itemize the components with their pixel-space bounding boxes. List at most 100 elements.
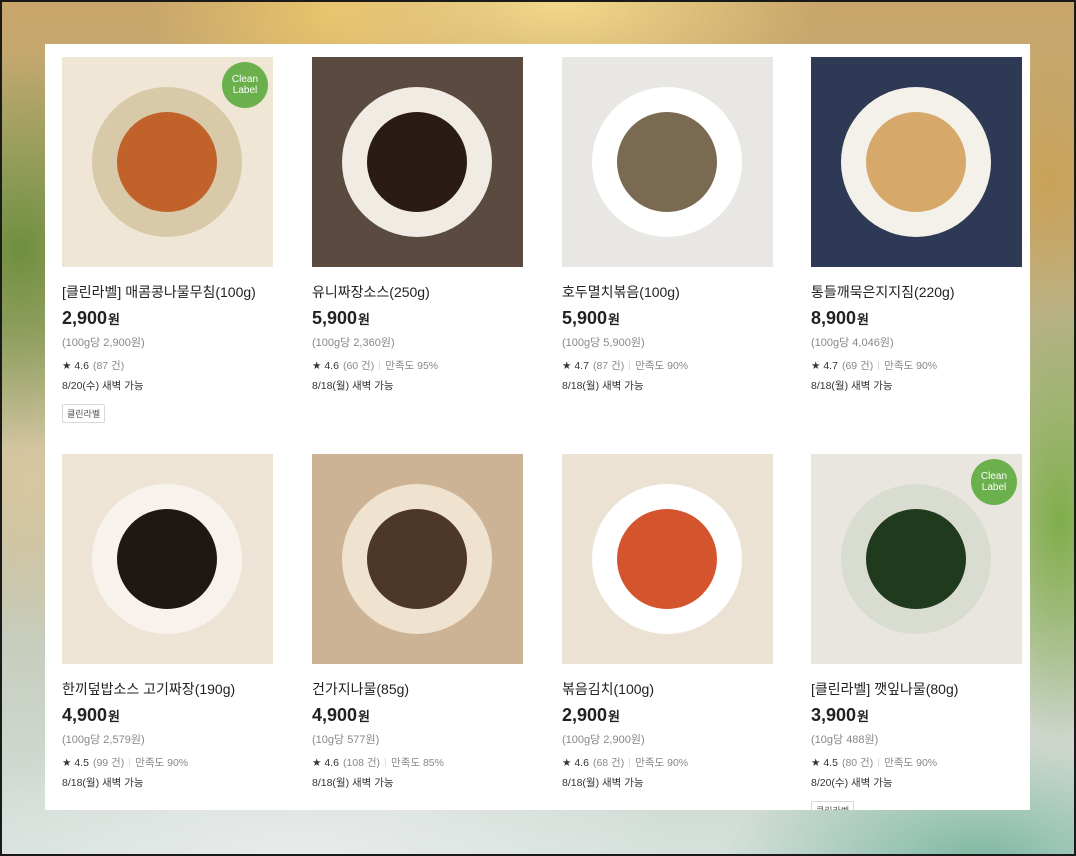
product-image[interactable]: [811, 57, 1022, 267]
product-image[interactable]: [312, 57, 523, 267]
product-card[interactable]: 유니짜장소스(250g) 5,900원 (100g당 2,360원) ★ 4.6…: [312, 57, 523, 392]
price-row: 4,900원: [312, 705, 523, 729]
clean-label-tag: 클린라벨: [811, 801, 855, 810]
star-icon: ★: [312, 757, 322, 769]
product-image[interactable]: [312, 454, 523, 664]
product-list-panel: Clean Label [클린라벨] 매콤콩나물무침(100g) 2,900원 …: [45, 44, 1030, 810]
unit-price: (100g당 2,360원): [312, 337, 395, 349]
product-image[interactable]: Clean Label: [811, 454, 1022, 664]
review-count: (108 건): [342, 757, 381, 769]
star-icon: ★: [312, 360, 322, 372]
product-price: 5,900: [312, 308, 358, 328]
review-stats: ★ 4.6 (68 건) 만족도 90%: [562, 755, 773, 769]
stats-divider: [379, 361, 381, 370]
product-price: 4,900: [312, 705, 358, 725]
stats-divider: [129, 758, 131, 767]
product-image[interactable]: [62, 454, 273, 664]
product-name[interactable]: [클린라벨] 매콤콩나물무침(100g): [62, 282, 273, 302]
rating-value: 4.5: [823, 757, 838, 769]
product-name[interactable]: [클린라벨] 깻잎나물(80g): [811, 679, 1022, 699]
star-icon: ★: [562, 360, 572, 372]
satisfaction-rate: 만족도 90%: [884, 757, 938, 769]
product-price: 8,900: [811, 308, 857, 328]
currency-unit: 원: [608, 312, 621, 327]
currency-unit: 원: [108, 709, 121, 724]
product-card[interactable]: 볶음김치(100g) 2,900원 (100g당 2,900원) ★ 4.6 (6…: [562, 454, 773, 789]
food-shape: [866, 112, 966, 212]
product-image[interactable]: [562, 454, 773, 664]
product-name[interactable]: 한끼덮밥소스 고기짜장(190g): [62, 679, 273, 699]
food-shape: [617, 112, 717, 212]
rating-value: 4.6: [324, 360, 339, 372]
unit-price: (100g당 2,900원): [562, 734, 645, 746]
food-shape: [117, 509, 217, 609]
delivery-info: 8/18(월) 새벽 가능: [62, 777, 144, 789]
price-row: 2,900원: [62, 308, 273, 332]
currency-unit: 원: [358, 709, 371, 724]
product-price: 5,900: [562, 308, 608, 328]
star-icon: ★: [62, 360, 72, 372]
product-name[interactable]: 건가지나물(85g): [312, 679, 523, 699]
clean-label-badge: Clean Label: [222, 62, 268, 108]
review-count: (60 건): [342, 360, 375, 372]
delivery-info: 8/18(월) 새벽 가능: [811, 380, 893, 392]
product-grid: Clean Label [클린라벨] 매콤콩나물무침(100g) 2,900원 …: [45, 44, 1030, 810]
currency-unit: 원: [608, 709, 621, 724]
delivery-info: 8/20(수) 새벽 가능: [62, 380, 144, 392]
product-name[interactable]: 호두멸치볶음(100g): [562, 282, 773, 302]
rating-value: 4.7: [823, 360, 838, 372]
unit-price: (10g당 488원): [811, 734, 879, 746]
product-card[interactable]: Clean Label [클린라벨] 깻잎나물(80g) 3,900원 (10g…: [811, 454, 1022, 810]
product-name[interactable]: 볶음김치(100g): [562, 679, 773, 699]
rating-value: 4.5: [74, 757, 89, 769]
stats-divider: [385, 758, 387, 767]
star-icon: ★: [562, 757, 572, 769]
rating-value: 4.6: [74, 360, 89, 372]
rating-value: 4.6: [574, 757, 589, 769]
food-shape: [866, 509, 966, 609]
satisfaction-rate: 만족도 85%: [391, 757, 444, 769]
review-count: (87 건): [92, 360, 125, 372]
food-shape: [117, 112, 217, 212]
price-row: 5,900원: [312, 308, 523, 332]
review-stats: ★ 4.7 (69 건) 만족도 90%: [811, 358, 1022, 372]
price-row: 8,900원: [811, 308, 1022, 332]
product-card[interactable]: 호두멸치볶음(100g) 5,900원 (100g당 5,900원) ★ 4.7…: [562, 57, 773, 392]
badge-text-line2: Label: [981, 482, 1007, 493]
star-icon: ★: [62, 757, 72, 769]
food-shape: [367, 112, 467, 212]
review-count: (80 건): [841, 757, 874, 769]
product-image[interactable]: [562, 57, 773, 267]
product-name[interactable]: 통들깨묵은지지짐(220g): [811, 282, 1022, 302]
currency-unit: 원: [857, 312, 870, 327]
stats-divider: [878, 361, 880, 370]
product-price: 3,900: [811, 705, 857, 725]
product-card[interactable]: 한끼덮밥소스 고기짜장(190g) 4,900원 (100g당 2,579원) …: [62, 454, 273, 789]
product-name[interactable]: 유니짜장소스(250g): [312, 282, 523, 302]
unit-price: (100g당 4,046원): [811, 337, 894, 349]
currency-unit: 원: [358, 312, 371, 327]
clean-label-tag: 클린라벨: [62, 404, 106, 423]
product-image[interactable]: Clean Label: [62, 57, 273, 267]
price-row: 5,900원: [562, 308, 773, 332]
rating-value: 4.7: [574, 360, 589, 372]
star-icon: ★: [811, 360, 821, 372]
currency-unit: 원: [108, 312, 121, 327]
price-row: 3,900원: [811, 705, 1022, 729]
stats-divider: [629, 758, 631, 767]
review-count: (68 건): [592, 757, 625, 769]
product-card[interactable]: 통들깨묵은지지짐(220g) 8,900원 (100g당 4,046원) ★ 4…: [811, 57, 1022, 392]
review-stats: ★ 4.5 (99 건) 만족도 90%: [62, 755, 273, 769]
review-count: (69 건): [841, 360, 874, 372]
badge-text-line2: Label: [232, 85, 258, 96]
product-card[interactable]: Clean Label [클린라벨] 매콤콩나물무침(100g) 2,900원 …: [62, 57, 273, 423]
delivery-info: 8/18(월) 새벽 가능: [312, 380, 394, 392]
product-card[interactable]: 건가지나물(85g) 4,900원 (10g당 577원) ★ 4.6 (108 …: [312, 454, 523, 789]
review-stats: ★ 4.6 (60 건) 만족도 95%: [312, 358, 523, 372]
review-stats: ★ 4.6 (108 건) 만족도 85%: [312, 755, 523, 769]
delivery-info: 8/20(수) 새벽 가능: [811, 777, 893, 789]
product-price: 2,900: [62, 308, 108, 328]
review-stats: ★ 4.7 (87 건) 만족도 90%: [562, 358, 773, 372]
stats-divider: [629, 361, 631, 370]
food-shape: [367, 509, 467, 609]
